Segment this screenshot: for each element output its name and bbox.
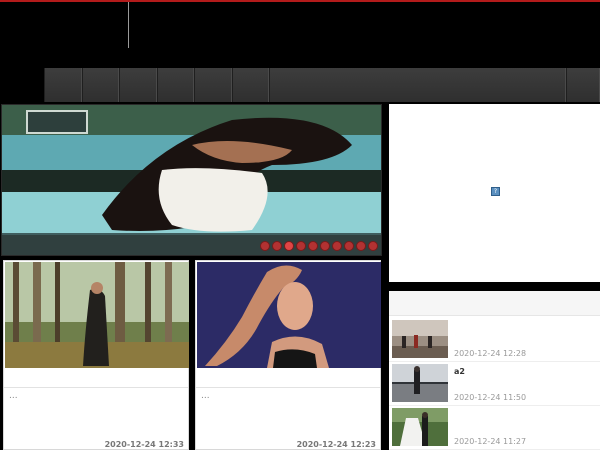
nav-item-1[interactable] [44, 68, 82, 102]
recent-posts-list: 2020-12-24 12:28 a2 2020-12-24 11:50 202… [389, 291, 600, 450]
card-excerpt: ... [201, 391, 210, 401]
broken-image-icon: ? [491, 187, 500, 196]
nav-item-5[interactable] [194, 68, 232, 102]
side-panel: ? [389, 104, 600, 282]
nav-item-6[interactable] [232, 68, 269, 102]
list-item[interactable]: a2 2020-12-24 11:50 [389, 361, 600, 406]
slide-dot-2[interactable] [272, 241, 282, 251]
list-item[interactable]: 2020-12-24 11:27 [389, 405, 600, 450]
header-divider [128, 2, 129, 48]
slide-dot-3[interactable] [284, 241, 294, 251]
image-slider[interactable] [1, 104, 382, 256]
slide-dot-9[interactable] [356, 241, 366, 251]
nav-item-7[interactable] [269, 68, 566, 102]
card-date: 2020-12-24 12:33 [104, 440, 184, 449]
list-item[interactable]: 2020-12-24 12:28 [389, 317, 600, 362]
list-header [389, 291, 600, 316]
list-item-date: 2020-12-24 11:50 [454, 393, 527, 402]
nav-item-4[interactable] [157, 68, 194, 102]
list-item-date: 2020-12-24 11:27 [454, 437, 527, 446]
card-excerpt: ... [9, 391, 18, 401]
nav-item-3[interactable] [119, 68, 157, 102]
slide-dot-6[interactable] [320, 241, 330, 251]
couple-photo [392, 408, 448, 446]
slide-dot-5[interactable] [308, 241, 318, 251]
slide-dot-8[interactable] [344, 241, 354, 251]
card-divider [196, 387, 380, 388]
slide-dot-10[interactable] [368, 241, 378, 251]
card-divider [4, 387, 188, 388]
street-photo [392, 320, 448, 358]
post-card-1[interactable]: ... 2020-12-24 12:33 [3, 260, 189, 450]
top-accent-line [0, 0, 600, 2]
main-nav [44, 68, 600, 102]
card-date: 2020-12-24 12:23 [296, 440, 376, 449]
list-item-title: a2 [454, 367, 465, 376]
post-card-2[interactable]: ... 2020-12-24 12:23 [195, 260, 381, 450]
slide-dot-7[interactable] [332, 241, 342, 251]
pier-photo [392, 364, 448, 402]
list-item-date: 2020-12-24 12:28 [454, 349, 527, 358]
slide-dot-4[interactable] [296, 241, 306, 251]
nav-item-2[interactable] [82, 68, 119, 102]
portrait-photo [197, 262, 381, 368]
slide-dot-1[interactable] [260, 241, 270, 251]
forest-photo [5, 262, 189, 368]
slider-dots [260, 241, 378, 251]
nav-item-8[interactable] [566, 68, 600, 102]
